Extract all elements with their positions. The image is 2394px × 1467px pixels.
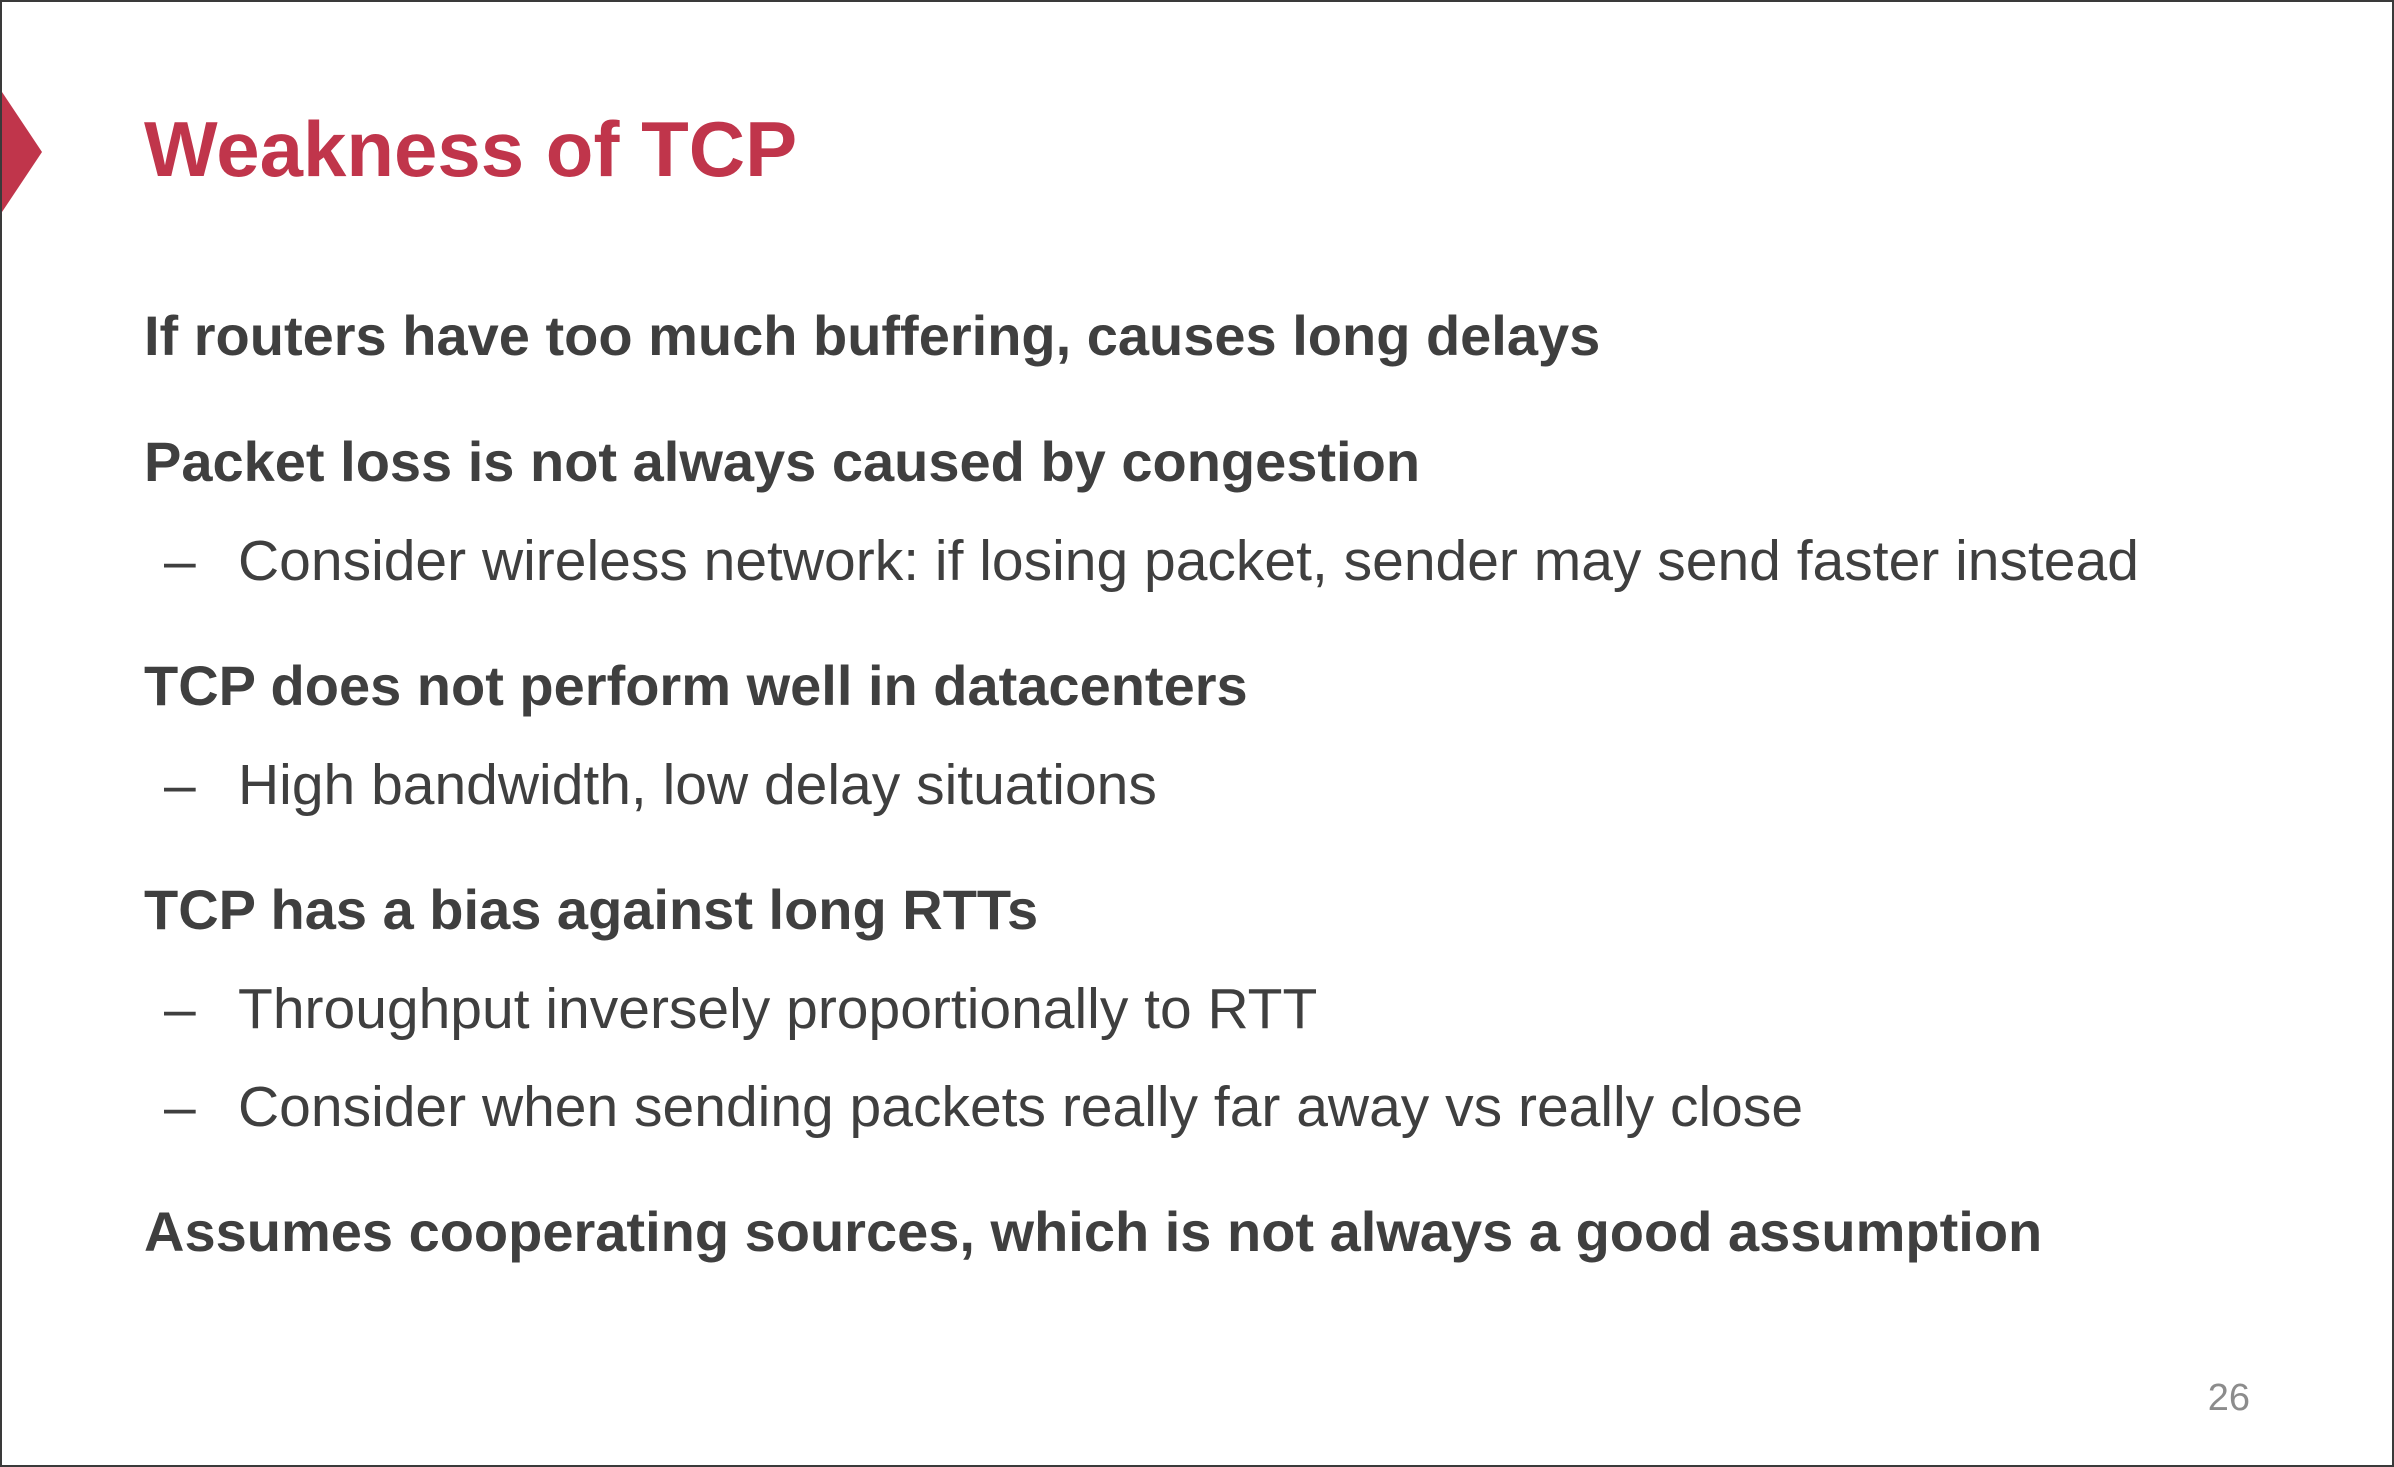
dash-icon: –	[164, 977, 196, 1041]
bullet-cooperating-sources: Assumes cooperating sources, which is no…	[144, 1200, 2043, 1263]
dash-icon: –	[164, 1075, 196, 1139]
subitem-text: High bandwidth, low delay situations	[238, 753, 1157, 817]
slide: Weakness of TCP If routers have too much…	[0, 0, 2394, 1467]
dash-icon: –	[164, 753, 196, 817]
subitem-wireless-network: – Consider wireless network: if losing pa…	[164, 533, 2139, 590]
bullet-packet-loss: Packet loss is not always caused by cong…	[144, 430, 1421, 493]
subitem-high-bandwidth: – High bandwidth, low delay situations	[164, 757, 1157, 814]
subitem-text: Consider wireless network: if losing pac…	[238, 529, 2139, 593]
subitem-text: Throughput inversely proportionally to R…	[238, 977, 1318, 1041]
subitem-text: Consider when sending packets really far…	[238, 1075, 1804, 1139]
subitem-throughput: – Throughput inversely proportionally to …	[164, 981, 1317, 1038]
bullet-router-buffering: If routers have too much buffering, caus…	[144, 304, 1601, 367]
subitem-far-vs-close: – Consider when sending packets really fa…	[164, 1079, 1803, 1136]
page-number: 26	[2207, 1377, 2250, 1419]
bullet-long-rtt-bias: TCP has a bias against long RTTs	[144, 878, 1039, 941]
dash-icon: –	[164, 529, 196, 593]
bullet-datacenters: TCP does not perform well in datacenters	[144, 654, 1248, 717]
slide-title: Weakness of TCP	[144, 105, 798, 193]
title-marker-icon	[2, 92, 42, 212]
